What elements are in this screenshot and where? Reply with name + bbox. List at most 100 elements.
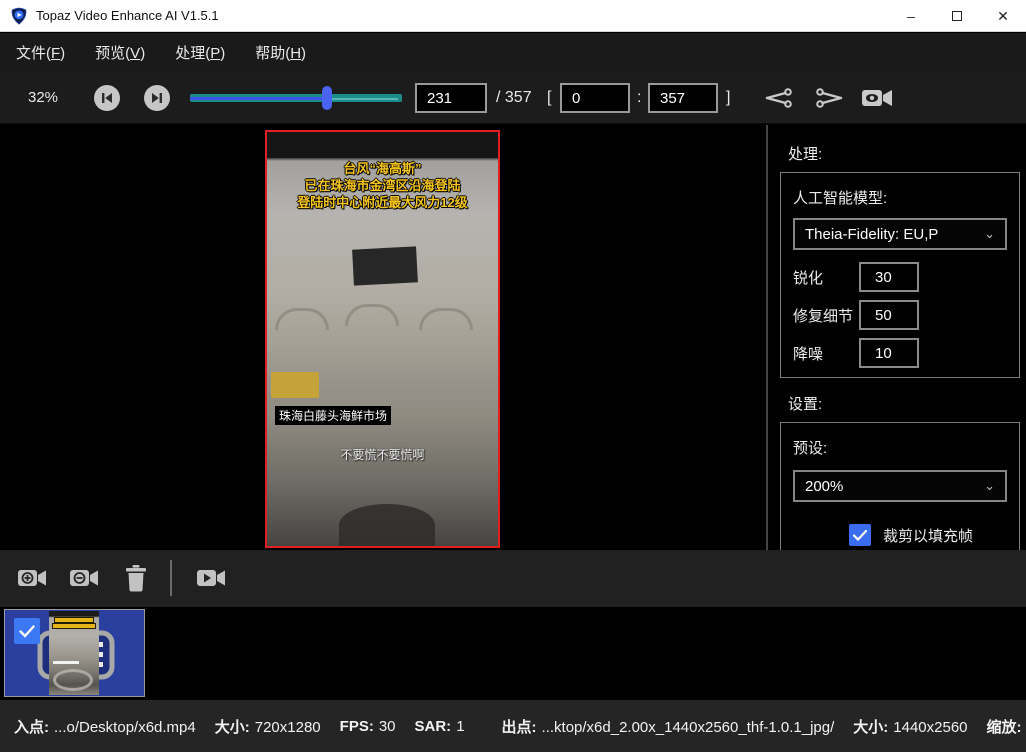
maximize-button[interactable] bbox=[934, 0, 980, 32]
trash-icon bbox=[125, 564, 147, 592]
preset-dropdown[interactable]: 200% ⌄ bbox=[793, 470, 1007, 502]
settings-groupbox: 预设: 200% ⌄ 裁剪以填充帧 bbox=[780, 422, 1020, 550]
range-open-bracket: [ bbox=[547, 72, 551, 124]
thumb-headline-bar bbox=[55, 618, 93, 622]
chevron-down-icon: ⌄ bbox=[984, 478, 995, 494]
queue-item-checkbox[interactable] bbox=[14, 618, 40, 644]
range-separator: : bbox=[637, 72, 641, 124]
scissors-right-icon bbox=[815, 86, 843, 110]
chevron-down-icon: ⌄ bbox=[984, 226, 995, 242]
toolbar-divider bbox=[170, 560, 172, 596]
menu-preview[interactable]: 预览(V) bbox=[81, 42, 159, 63]
denoise-label: 降噪 bbox=[793, 343, 859, 364]
camera-play-icon bbox=[196, 566, 228, 590]
scene-bridge-arch bbox=[275, 308, 329, 330]
skip-to-end-button[interactable] bbox=[144, 85, 170, 111]
crop-to-fill-row: 裁剪以填充帧 bbox=[849, 524, 1007, 546]
slider-progress bbox=[190, 97, 327, 100]
skip-start-icon bbox=[101, 92, 113, 104]
denoise-row: 降噪 bbox=[793, 338, 1007, 368]
scene-ceiling bbox=[267, 132, 498, 158]
video-subtitle: 不要慌不要慌啊 bbox=[267, 446, 498, 463]
thumb-tag-bar bbox=[53, 661, 79, 664]
restore-detail-input[interactable] bbox=[859, 300, 919, 330]
sharpen-label: 锐化 bbox=[793, 267, 859, 288]
current-frame-input[interactable] bbox=[415, 83, 487, 113]
range-start-input[interactable] bbox=[560, 83, 630, 113]
ai-model-label: 人工智能模型: bbox=[793, 187, 1007, 208]
status-input-path: 入点:...o/Desktop/x6d.mp4 bbox=[14, 716, 196, 737]
status-scale: 缩放:200% bbox=[987, 716, 1026, 737]
settings-panel: 处理: 人工智能模型: Theia-Fidelity: EU,P ⌄ 锐化 修复… bbox=[766, 125, 1026, 550]
status-sar: SAR:1 bbox=[415, 718, 465, 735]
slider-handle[interactable] bbox=[322, 86, 332, 110]
scene-debris bbox=[339, 504, 435, 546]
status-input-size: 大小:720x1280 bbox=[215, 716, 321, 737]
restore-detail-label: 修复细节 bbox=[793, 305, 859, 326]
scene-bridge-arch bbox=[419, 308, 473, 330]
video-headline: 台风“海高斯” 已在珠海市金湾区沿海登陆 登陆时中心附近最大风力12级 bbox=[267, 160, 498, 211]
camera-minus-icon bbox=[69, 566, 101, 590]
process-video-button[interactable] bbox=[194, 563, 230, 593]
camera-eye-icon bbox=[861, 86, 895, 110]
video-scene: 台风“海高斯” 已在珠海市金湾区沿海登陆 登陆时中心附近最大风力12级 珠海白藤… bbox=[267, 132, 498, 546]
menu-help[interactable]: 帮助(H) bbox=[241, 42, 320, 63]
scene-bridge-arch bbox=[345, 304, 399, 326]
range-end-input[interactable] bbox=[648, 83, 718, 113]
crop-to-fill-checkbox[interactable] bbox=[849, 524, 871, 546]
video-queue-item[interactable] bbox=[4, 609, 145, 697]
topaz-logo-icon bbox=[10, 7, 28, 25]
status-fps: FPS:30 bbox=[340, 718, 396, 735]
delete-video-button[interactable] bbox=[118, 563, 154, 593]
scissors-left-icon bbox=[765, 86, 793, 110]
preview-video-button[interactable] bbox=[858, 84, 898, 112]
menu-bar: 文件(F) 预览(V) 处理(P) 帮助(H) bbox=[0, 33, 1026, 72]
zoom-level-label: 32% bbox=[28, 72, 58, 124]
title-bar: Topaz Video Enhance AI V1.5.1 – ✕ bbox=[0, 0, 1026, 32]
restore-detail-row: 修复细节 bbox=[793, 300, 1007, 330]
status-bar: 入点:...o/Desktop/x6d.mp4 大小:720x1280 FPS:… bbox=[0, 700, 1026, 752]
video-preview[interactable]: 台风“海高斯” 已在珠海市金湾区沿海登陆 登陆时中心附近最大风力12级 珠海白藤… bbox=[265, 130, 500, 548]
thumb-headline-bar bbox=[53, 624, 95, 628]
status-output-size: 大小:1440x2560 bbox=[853, 716, 967, 737]
check-icon bbox=[19, 625, 35, 638]
video-thumbnail bbox=[49, 611, 99, 695]
preset-value: 200% bbox=[805, 478, 843, 495]
status-output-path: 出点:...ktop/x6d_2.00x_1440x2560_thf-1.0.1… bbox=[502, 716, 835, 737]
scene-yellow-truck bbox=[271, 372, 319, 398]
camera-plus-icon bbox=[17, 566, 49, 590]
process-section-title: 处理: bbox=[788, 143, 822, 164]
video-list-toolbar bbox=[0, 550, 1026, 607]
video-location-tag: 珠海白藤头海鲜市场 bbox=[275, 406, 391, 425]
playback-toolbar: 32% / 357 [ : ] bbox=[0, 72, 1026, 124]
remove-video-button[interactable] bbox=[67, 563, 103, 593]
thumb-water-swirl bbox=[53, 669, 93, 691]
timeline-slider[interactable] bbox=[190, 94, 402, 102]
settings-section-title: 设置: bbox=[788, 393, 822, 414]
close-button[interactable]: ✕ bbox=[980, 0, 1026, 32]
app-window: Topaz Video Enhance AI V1.5.1 – ✕ 文件(F) … bbox=[0, 0, 1026, 752]
minimize-button[interactable]: – bbox=[888, 0, 934, 32]
window-title: Topaz Video Enhance AI V1.5.1 bbox=[36, 8, 219, 23]
sharpen-input[interactable] bbox=[859, 262, 919, 292]
scene-speaker bbox=[352, 246, 418, 285]
menu-file[interactable]: 文件(F) bbox=[2, 42, 79, 63]
video-queue-strip bbox=[0, 607, 1026, 700]
check-icon bbox=[853, 530, 867, 541]
trim-start-button[interactable] bbox=[762, 84, 796, 112]
ai-model-value: Theia-Fidelity: EU,P bbox=[805, 226, 938, 243]
sharpen-row: 锐化 bbox=[793, 262, 1007, 292]
skip-to-start-button[interactable] bbox=[94, 85, 120, 111]
ai-model-dropdown[interactable]: Theia-Fidelity: EU,P ⌄ bbox=[793, 218, 1007, 250]
crop-to-fill-label: 裁剪以填充帧 bbox=[883, 525, 973, 546]
add-video-button[interactable] bbox=[15, 563, 51, 593]
preset-label: 预设: bbox=[793, 437, 1007, 458]
main-area: 台风“海高斯” 已在珠海市金湾区沿海登陆 登陆时中心附近最大风力12级 珠海白藤… bbox=[0, 125, 1026, 550]
menu-process[interactable]: 处理(P) bbox=[161, 42, 239, 63]
maximize-icon bbox=[952, 11, 962, 21]
total-frames-label: / 357 bbox=[496, 72, 532, 124]
denoise-input[interactable] bbox=[859, 338, 919, 368]
trim-end-button[interactable] bbox=[812, 84, 846, 112]
range-close-bracket: ] bbox=[726, 72, 730, 124]
process-groupbox: 人工智能模型: Theia-Fidelity: EU,P ⌄ 锐化 修复细节 降… bbox=[780, 172, 1020, 378]
